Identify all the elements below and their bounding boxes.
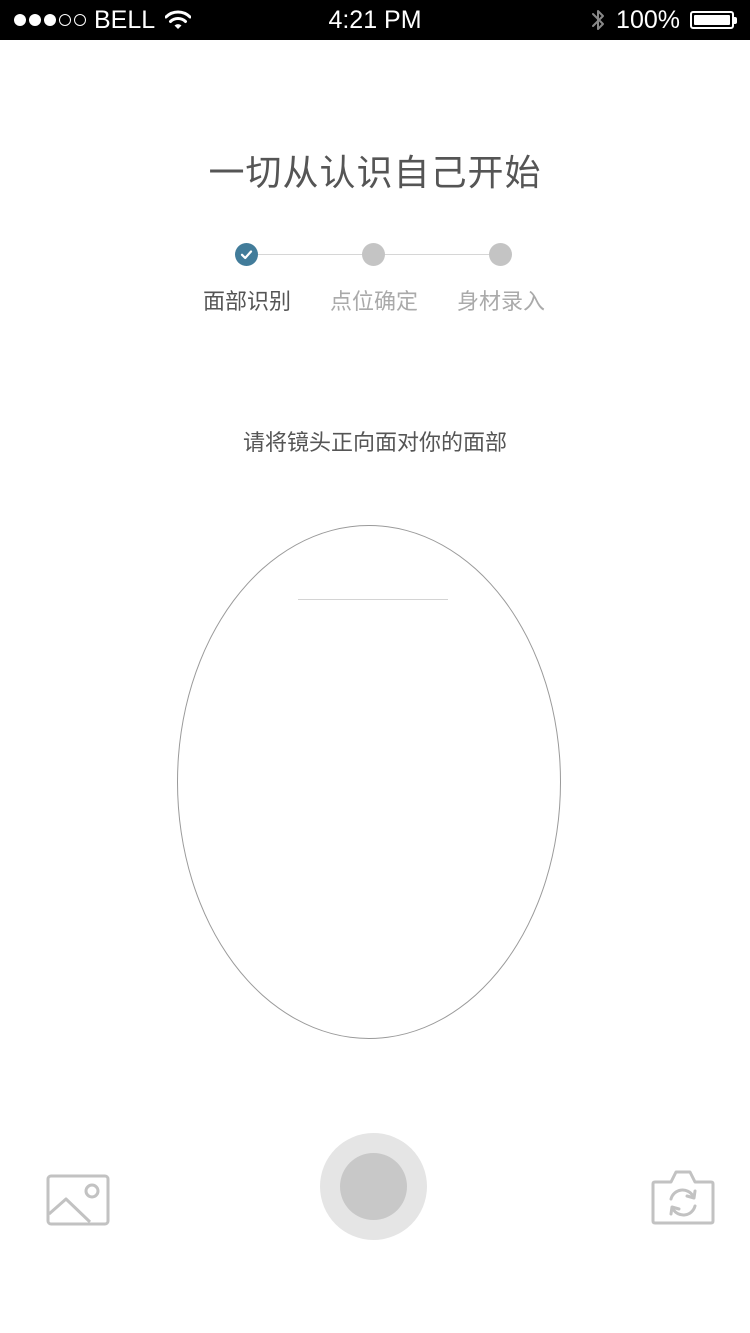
- shutter-icon: [340, 1153, 407, 1220]
- face-frame: [177, 525, 561, 1039]
- instruction-text: 请将镜头正向面对你的面部: [242, 431, 507, 456]
- step-connector: [258, 254, 362, 255]
- check-icon: [240, 250, 253, 260]
- battery-level: [694, 15, 730, 25]
- gallery-button[interactable]: [46, 1174, 110, 1226]
- image-icon: [46, 1174, 110, 1226]
- shutter-button[interactable]: [320, 1133, 427, 1240]
- step-3-label: 身材录入: [456, 290, 545, 315]
- scan-line: [298, 599, 448, 600]
- status-right: 100%: [590, 0, 737, 40]
- step-indicator: 面部识别 点位确定 身材录入: [0, 240, 750, 320]
- status-bar: BELL 4:21 PM 100%: [0, 0, 750, 40]
- page-title: 一切从认识自己开始: [208, 153, 542, 194]
- step-connector: [385, 254, 489, 255]
- battery-tip: [734, 17, 737, 24]
- step-1-check-icon: [235, 243, 258, 266]
- battery-percent: 100%: [616, 5, 680, 34]
- bluetooth-icon: [592, 10, 605, 30]
- battery-icon: [690, 11, 737, 29]
- step-3-dot: [489, 243, 512, 266]
- step-2-dot: [362, 243, 385, 266]
- camera-switch-icon: [651, 1170, 715, 1225]
- switch-camera-button[interactable]: [650, 1168, 716, 1226]
